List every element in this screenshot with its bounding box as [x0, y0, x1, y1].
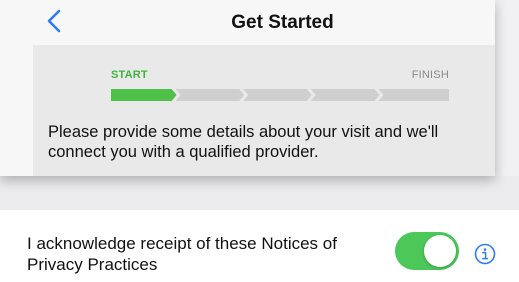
progress-start-label: START: [111, 69, 148, 81]
progress-segment-complete: [111, 89, 177, 101]
acknowledgement-label: I acknowledge receipt of these Notices o…: [27, 234, 337, 274]
intro-text: Please provide some details about your v…: [48, 123, 439, 161]
acknowledgement-toggle[interactable]: [395, 232, 459, 270]
section-separator: [0, 176, 519, 210]
progress-segment-pending: [378, 89, 449, 101]
page-title: Get Started: [231, 12, 334, 33]
progress-bar: [111, 89, 449, 101]
toggle-knob: [424, 235, 456, 267]
progress-segment-pending: [243, 89, 312, 101]
header-card: Get Started START FINISH Please provide …: [0, 0, 495, 176]
acknowledgement-row: I acknowledge receipt of these Notices o…: [0, 210, 519, 282]
progress-panel: START FINISH Please provide some details…: [33, 45, 495, 176]
progress-segment-pending: [175, 89, 245, 101]
progress-finish-label: FINISH: [411, 69, 449, 81]
navigation-bar: Get Started: [0, 0, 495, 44]
progress-segment-pending: [310, 89, 380, 101]
info-icon: [474, 243, 496, 265]
info-button[interactable]: [474, 243, 496, 265]
